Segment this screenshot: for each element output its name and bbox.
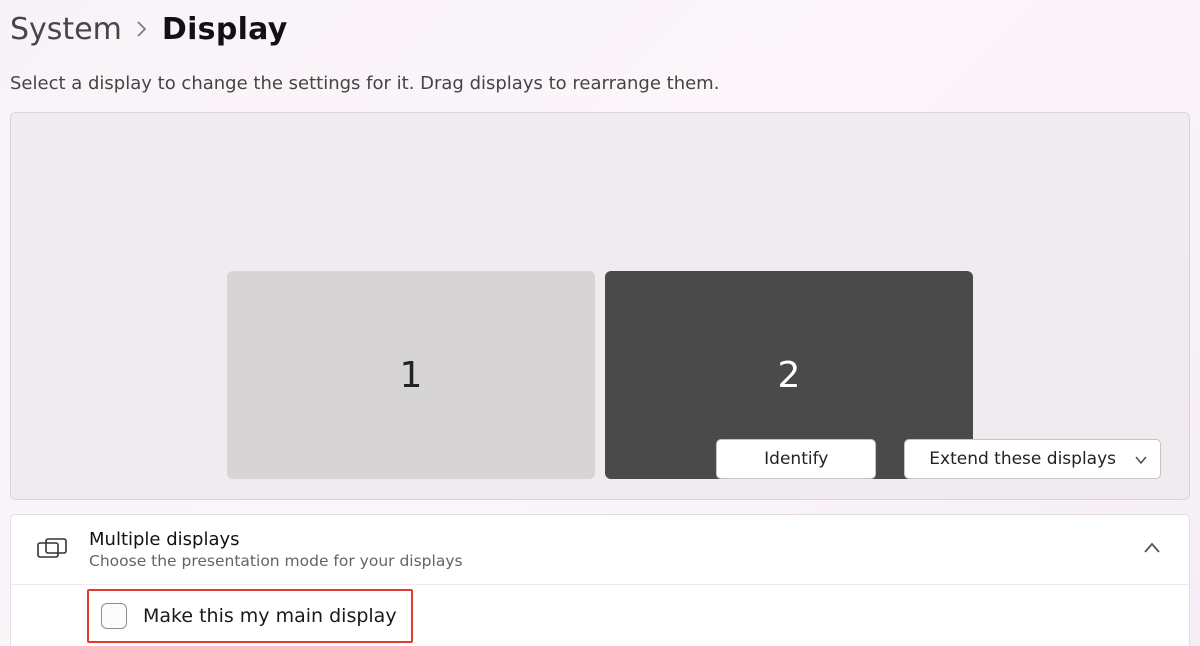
display-tile-1[interactable]: 1 (227, 271, 595, 479)
make-main-display-checkbox[interactable] (101, 603, 127, 629)
projection-mode-label: Extend these displays (929, 449, 1116, 469)
identify-button[interactable]: Identify (716, 439, 876, 479)
multiple-displays-expander: Multiple displays Choose the presentatio… (10, 514, 1190, 646)
breadcrumb-system-link[interactable]: System (10, 12, 122, 47)
breadcrumb: System Display (0, 0, 1200, 47)
chevron-down-icon (1134, 452, 1148, 466)
chevron-up-icon (1143, 540, 1161, 559)
projection-mode-dropdown[interactable]: Extend these displays (904, 439, 1161, 479)
multiple-displays-header[interactable]: Multiple displays Choose the presentatio… (11, 515, 1189, 585)
arrange-instruction: Select a display to change the settings … (0, 47, 1200, 104)
make-main-display-row: Make this my main display (87, 589, 413, 643)
chevron-right-icon (136, 18, 148, 42)
display-arrange-panel: 1 2 Identify Extend these displays (10, 112, 1190, 500)
page-title: Display (162, 12, 288, 47)
multiple-displays-title: Multiple displays (89, 529, 1121, 550)
displays-icon (37, 538, 67, 562)
make-main-display-label: Make this my main display (143, 605, 397, 627)
multiple-displays-subtitle: Choose the presentation mode for your di… (89, 552, 1121, 570)
